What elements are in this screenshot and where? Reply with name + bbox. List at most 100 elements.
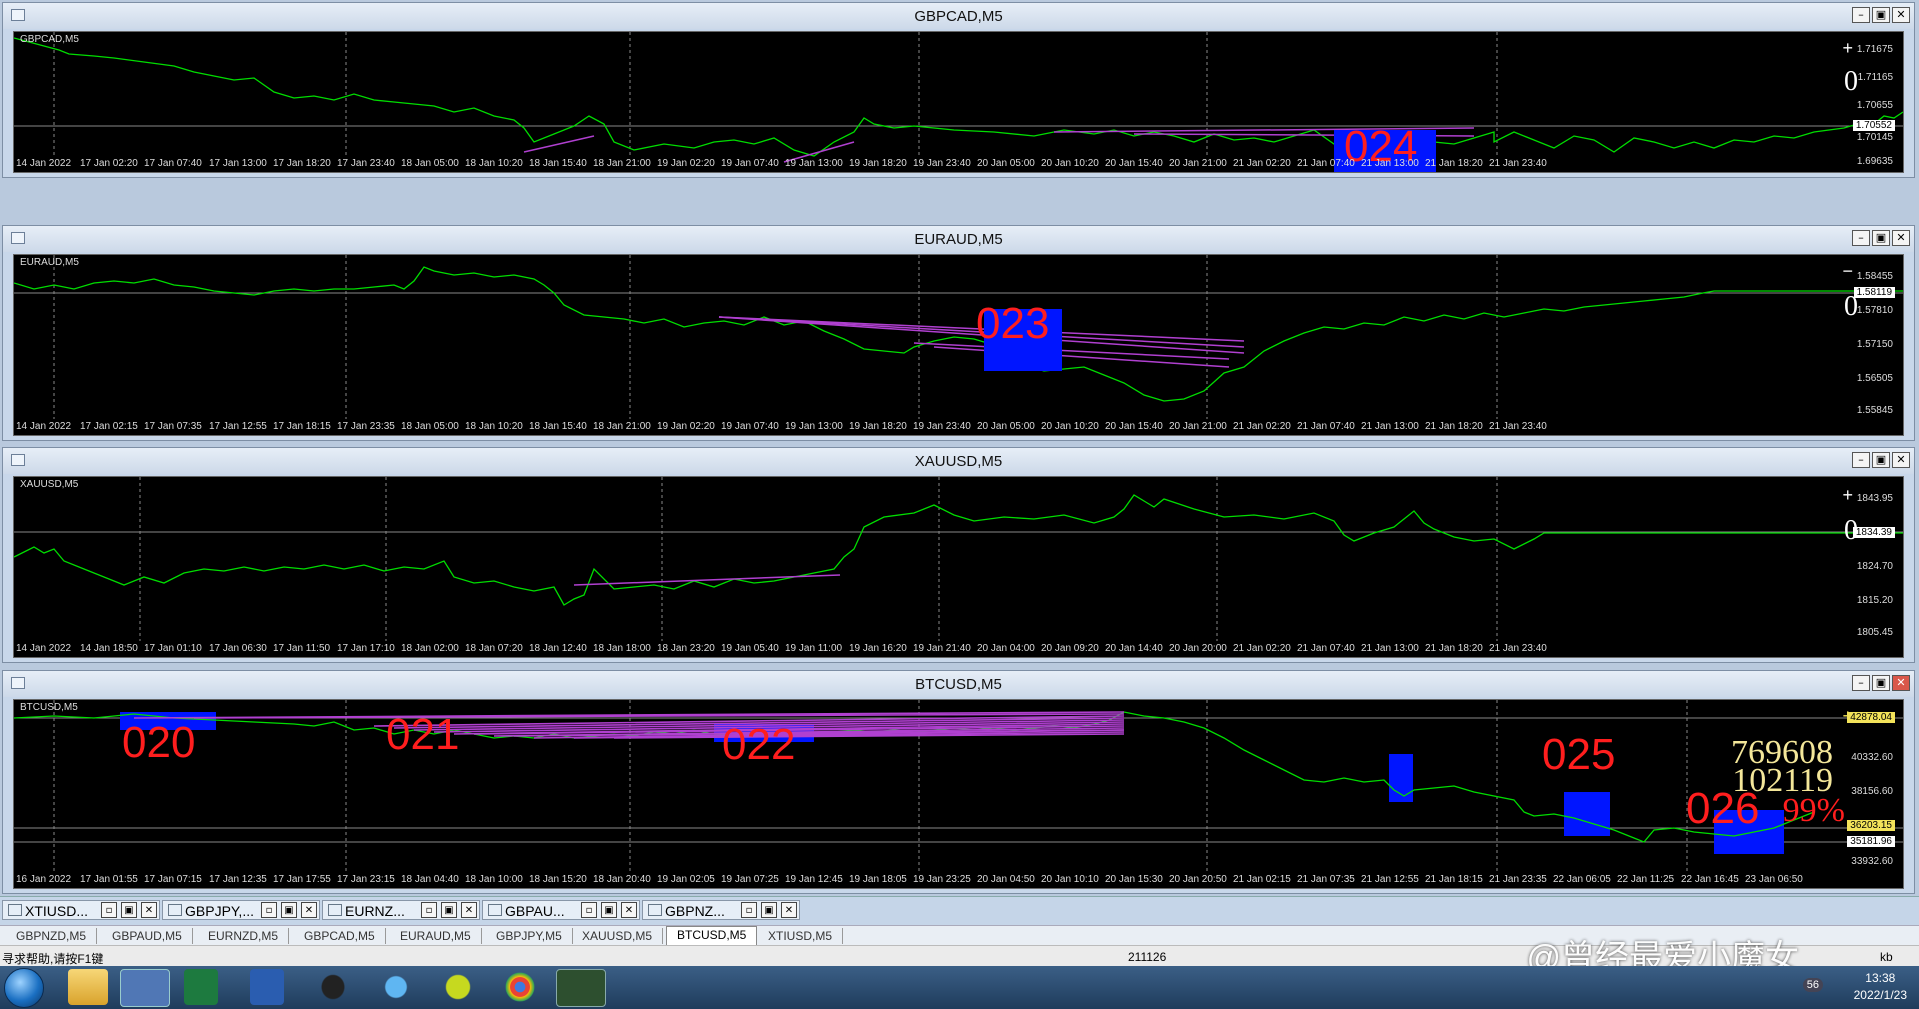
- maximize-button[interactable]: ▣: [281, 902, 297, 918]
- price-chart[interactable]: BTCUSD,M5 020 021 022 025 026 769608 102…: [13, 699, 1904, 889]
- price-chart[interactable]: EURAUD,M5 023 1.58455 1.57810 1.57150 1.…: [13, 254, 1904, 436]
- chart-window-xauusd[interactable]: XAUUSD,M5 – ▣ ✕ XAUUSD,M5 1843.95 1824.7…: [2, 447, 1915, 663]
- window-title: GBPCAD,M5: [914, 8, 1003, 25]
- tab-gbpnzd[interactable]: GBPNZD,M5: [6, 928, 98, 944]
- x-tick: 18 Jan 20:40: [593, 874, 651, 885]
- y-tick: 1805.45: [1856, 627, 1893, 638]
- window-titlebar[interactable]: EURAUD,M5 – ▣ ✕: [3, 226, 1914, 252]
- close-button[interactable]: ✕: [1892, 7, 1910, 23]
- y-tick: 1.56505: [1856, 373, 1893, 384]
- x-tick: 18 Jan 18:00: [593, 643, 651, 654]
- maximize-button[interactable]: ▣: [1872, 230, 1890, 246]
- minimize-button[interactable]: –: [1852, 230, 1870, 246]
- price-tag-2: 36203.15: [1847, 820, 1895, 831]
- x-tick: 19 Jan 16:20: [849, 643, 907, 654]
- close-button[interactable]: ✕: [301, 902, 317, 918]
- minimized-window-tab[interactable]: GBPNZ... ▫ ▣ ✕: [642, 900, 800, 920]
- x-tick: 21 Jan 02:20: [1233, 643, 1291, 654]
- y-tick: 1.58455: [1856, 271, 1893, 282]
- browser-icon[interactable]: [378, 969, 414, 1005]
- x-tick: 21 Jan 07:40: [1297, 421, 1355, 432]
- maximize-button[interactable]: ▣: [121, 902, 137, 918]
- minimize-button[interactable]: –: [1852, 7, 1870, 23]
- chart-window-euraud[interactable]: EURAUD,M5 – ▣ ✕ EURAUD,M5 023 1.58455 1.…: [2, 225, 1915, 441]
- close-button[interactable]: ✕: [1892, 452, 1910, 468]
- tab-xauusd[interactable]: XAUUSD,M5: [572, 928, 664, 944]
- x-tick: 17 Jan 13:00: [209, 158, 267, 169]
- close-button[interactable]: ✕: [141, 902, 157, 918]
- window-titlebar[interactable]: BTCUSD,M5 – ▣ ✕: [3, 671, 1914, 697]
- restore-button[interactable]: ▫: [101, 902, 117, 918]
- close-button[interactable]: ✕: [1892, 230, 1910, 246]
- minimize-button[interactable]: –: [1852, 675, 1870, 691]
- x-tick: 18 Jan 05:00: [401, 158, 459, 169]
- y-tick: 1.57150: [1856, 339, 1893, 350]
- tab-gbpcad[interactable]: GBPCAD,M5: [294, 928, 386, 944]
- x-tick: 22 Jan 11:25: [1617, 874, 1675, 885]
- restore-button[interactable]: ▫: [421, 902, 437, 918]
- x-tick: 19 Jan 13:00: [785, 421, 843, 432]
- chart-window-gbpcad[interactable]: GBPCAD,M5 – ▣ ✕ GBPCAD,M5 024 1.71675 1.…: [2, 2, 1915, 178]
- x-axis: 14 Jan 2022 17 Jan 02:20 17 Jan 07:40 17…: [14, 158, 1903, 170]
- minimized-window-tab[interactable]: GBPAU... ▫ ▣ ✕: [482, 900, 640, 920]
- minimized-window-tab[interactable]: XTIUSD... ▫ ▣ ✕: [2, 900, 160, 920]
- window-titlebar[interactable]: XAUUSD,M5 – ▣ ✕: [3, 448, 1914, 474]
- maximize-button[interactable]: ▣: [601, 902, 617, 918]
- chart-canvas: [14, 255, 1903, 419]
- excel-icon[interactable]: [184, 969, 218, 1005]
- minus-sign: −: [1842, 261, 1853, 281]
- app-yellow-icon[interactable]: [440, 969, 476, 1005]
- qq-icon[interactable]: [316, 969, 350, 1005]
- tab-euraud[interactable]: EURAUD,M5: [390, 928, 482, 944]
- file-explorer-icon[interactable]: [68, 969, 108, 1005]
- maximize-button[interactable]: ▣: [1872, 452, 1890, 468]
- minimize-button[interactable]: –: [1852, 452, 1870, 468]
- minimized-window-tab[interactable]: GBPJPY,... ▫ ▣ ✕: [162, 900, 320, 920]
- restore-button[interactable]: ▫: [581, 902, 597, 918]
- x-tick: 19 Jan 13:00: [785, 158, 843, 169]
- x-tick: 23 Jan 06:50: [1745, 874, 1803, 885]
- y-tick: 1.55845: [1856, 405, 1893, 416]
- chart-canvas: [14, 700, 1903, 872]
- y-tick: 40332.60: [1851, 752, 1893, 763]
- system-tray[interactable]: 13:38 2022/1/23: [1854, 970, 1907, 1004]
- x-tick: 20 Jan 10:20: [1041, 421, 1099, 432]
- chrome-icon[interactable]: [502, 969, 538, 1005]
- chart-canvas: [14, 477, 1903, 641]
- maximize-button[interactable]: ▣: [1872, 675, 1890, 691]
- chart-window-btcusd[interactable]: BTCUSD,M5 – ▣ ✕ BTCUSD,M5 020 021 022 02…: [2, 670, 1915, 894]
- price-chart[interactable]: XAUUSD,M5 1843.95 1824.70 1815.20 1805.4…: [13, 476, 1904, 658]
- x-tick: 21 Jan 23:40: [1489, 158, 1547, 169]
- x-tick: 19 Jan 11:00: [785, 643, 843, 654]
- x-tick: 19 Jan 02:05: [657, 874, 715, 885]
- restore-button[interactable]: ▫: [741, 902, 757, 918]
- tab-gbpaud[interactable]: GBPAUD,M5: [102, 928, 193, 944]
- close-button[interactable]: ✕: [781, 902, 797, 918]
- metatrader-icon[interactable]: [120, 969, 170, 1007]
- chart-canvas: [14, 32, 1903, 163]
- close-button[interactable]: ✕: [461, 902, 477, 918]
- tab-gbpjpy[interactable]: GBPJPY,M5: [486, 928, 573, 944]
- tab-eurnzd[interactable]: EURNZD,M5: [198, 928, 290, 944]
- restore-button[interactable]: ▫: [261, 902, 277, 918]
- price-chart[interactable]: GBPCAD,M5 024 1.71675 1.71165 1.70655 1.…: [13, 31, 1904, 173]
- word-icon[interactable]: [250, 969, 284, 1005]
- x-tick: 19 Jan 12:45: [785, 874, 843, 885]
- maximize-button[interactable]: ▣: [441, 902, 457, 918]
- start-button-icon[interactable]: [4, 968, 44, 1008]
- tab-xtiusd[interactable]: XTIUSD,M5: [758, 928, 844, 944]
- maximize-button[interactable]: ▣: [1872, 7, 1890, 23]
- maximize-button[interactable]: ▣: [761, 902, 777, 918]
- chart-symbol-tag: BTCUSD,M5: [20, 702, 78, 713]
- tab-label: GBPNZ...: [665, 903, 725, 919]
- x-tick: 17 Jan 11:50: [273, 643, 331, 654]
- minimized-window-tab[interactable]: EURNZ... ▫ ▣ ✕: [322, 900, 480, 920]
- window-titlebar[interactable]: GBPCAD,M5 – ▣ ✕: [3, 3, 1914, 29]
- x-tick: 21 Jan 18:20: [1425, 421, 1483, 432]
- x-tick: 21 Jan 23:40: [1489, 643, 1547, 654]
- close-button[interactable]: ✕: [1892, 675, 1910, 691]
- x-tick: 19 Jan 18:20: [849, 421, 907, 432]
- close-button[interactable]: ✕: [621, 902, 637, 918]
- tab-btcusd[interactable]: BTCUSD,M5: [666, 926, 758, 945]
- app-green-icon[interactable]: [556, 969, 606, 1007]
